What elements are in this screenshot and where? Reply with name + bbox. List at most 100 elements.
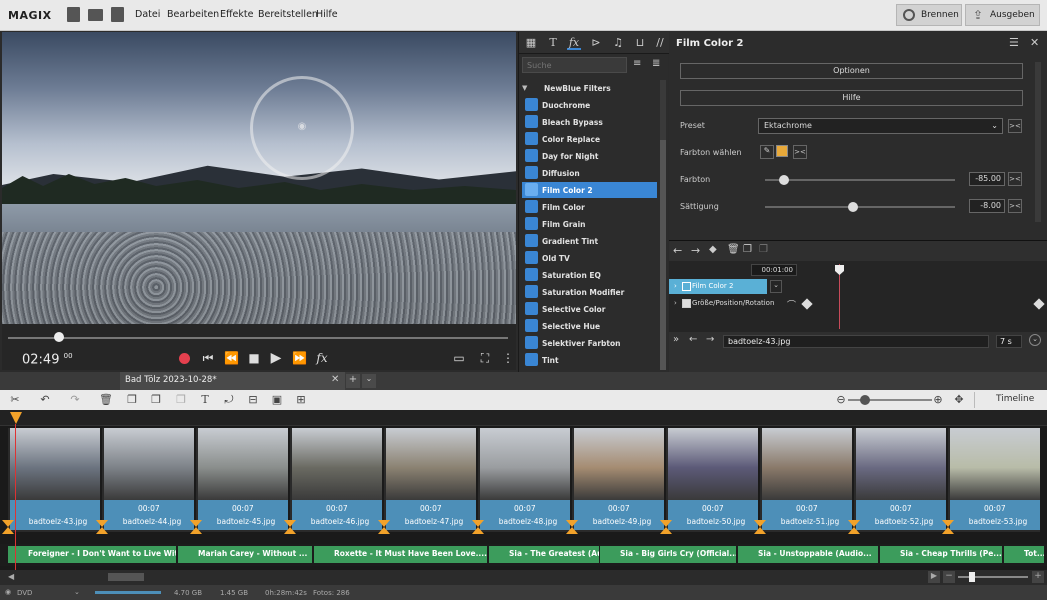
cart-icon[interactable]: ⊔ <box>633 36 647 50</box>
timeline-clip[interactable]: 00:07 badtoelz-45.jpg <box>190 428 288 534</box>
timeline-clip[interactable]: 00:07 badtoelz-53.jpg <box>942 428 1040 534</box>
keyframe-diamond-end[interactable] <box>1033 298 1045 310</box>
zoom-slider-knob[interactable] <box>860 395 870 405</box>
options-button[interactable]: Optionen <box>680 63 1023 79</box>
arrow-left-icon[interactable]: ← <box>673 244 682 257</box>
tab-list-icon[interactable]: ⌄ <box>362 374 376 388</box>
help-button[interactable]: Hilfe <box>680 90 1023 106</box>
effects-scrollbar[interactable] <box>660 80 666 370</box>
menu-effekte[interactable]: Effekte <box>220 9 253 20</box>
zoom-out-icon[interactable]: ⊖ <box>834 393 848 407</box>
timeline-clip[interactable]: 00:07 badtoelz-49.jpg <box>566 428 664 534</box>
music-icon[interactable]: ♫ <box>611 36 625 50</box>
export-button[interactable]: ⇪ Ausgeben <box>965 4 1040 26</box>
burn-button[interactable]: Brennen <box>896 4 962 26</box>
text-icon[interactable]: T <box>198 393 212 407</box>
menu-hilfe[interactable]: Hilfe <box>316 9 338 20</box>
effect-item[interactable]: Color Replace <box>522 131 657 147</box>
arrow-right-icon[interactable]: → <box>691 244 700 257</box>
add-keyframe-icon[interactable]: ◆ <box>709 244 717 255</box>
hue-pick-reset-icon[interactable]: >< <box>793 145 807 159</box>
effect-item[interactable]: Film Grain <box>522 216 657 232</box>
multicam-icon[interactable]: ⊞ <box>294 393 308 407</box>
paste-disabled-icon[interactable]: ❐ <box>174 393 188 407</box>
video-preview[interactable]: ◉ <box>2 32 516 324</box>
rotate-icon[interactable]: ⤾ <box>222 393 236 407</box>
timeline-clip[interactable]: 00:07 badtoelz-46.jpg <box>284 428 382 534</box>
timeline-scroll-thumb[interactable] <box>108 573 144 581</box>
zoom-in-icon[interactable]: ⊕ <box>931 393 945 407</box>
track-zoom-knob[interactable] <box>969 572 975 582</box>
frame-icon[interactable]: ▣ <box>270 393 284 407</box>
audio-clip[interactable]: Mariah Carey - Without ... <box>178 546 312 563</box>
hue-slider-knob[interactable] <box>779 175 790 185</box>
menu-datei[interactable]: Datei <box>135 9 160 20</box>
next-file-icon[interactable]: → <box>706 334 714 345</box>
paste-icon[interactable]: ❐ <box>149 393 163 407</box>
curve-icon[interactable]: ⌒ <box>787 298 796 311</box>
media-duration[interactable]: 7 s <box>996 335 1022 348</box>
copy-icon[interactable]: ❐ <box>125 393 139 407</box>
collapse-icon[interactable]: » <box>673 334 679 345</box>
stop-icon[interactable]: ■ <box>247 352 261 364</box>
copy-icon[interactable]: ❐ <box>743 244 752 255</box>
timeline-mode-label[interactable]: Timeline <box>996 394 1034 404</box>
hue-reset-icon[interactable]: >< <box>1008 172 1022 186</box>
audio-clip[interactable]: Sia - Unstoppable (Audio... <box>738 546 878 563</box>
keyframe-diamond-start[interactable] <box>801 298 813 310</box>
scissors-icon[interactable]: ✂ <box>8 393 22 407</box>
save-icon[interactable] <box>111 7 124 22</box>
add-tab-icon[interactable]: + <box>346 374 360 388</box>
saturation-value-field[interactable]: -8.00 <box>969 199 1005 213</box>
grid-icon[interactable]: ▦ <box>524 36 538 50</box>
effect-checkbox[interactable] <box>682 282 691 291</box>
close-tab-icon[interactable]: ✕ <box>331 374 339 385</box>
undo-icon[interactable]: ↶ <box>38 393 52 407</box>
audio-clip[interactable]: Sia - The Greatest (Au... <box>489 546 599 563</box>
timeline-clip[interactable]: 00:07 badtoelz-50.jpg <box>660 428 758 534</box>
close-icon[interactable]: ✕ <box>1030 36 1039 49</box>
effect-item[interactable]: Film Color 2 <box>522 182 657 198</box>
preset-reset-icon[interactable]: >< <box>1008 119 1022 133</box>
audio-clip[interactable]: Sia - Cheap Thrills (Pe... <box>880 546 1002 563</box>
hue-value-field[interactable]: -85.00 <box>969 172 1005 186</box>
project-tab[interactable]: Bad Tölz 2023-10-28* <box>120 372 345 390</box>
play-icon[interactable]: ▶ <box>269 351 283 365</box>
keyframe-playhead[interactable] <box>835 265 844 275</box>
preset-dropdown[interactable]: Ektachrome ⌄ <box>758 118 1003 134</box>
audio-clip[interactable]: Foreigner - I Don't Want to Live With... <box>8 546 176 563</box>
timeline-clip[interactable]: 00:07 badtoelz-44.jpg <box>96 428 194 534</box>
timeline-clip[interactable]: 00:07 badtoelz-51.jpg <box>754 428 852 534</box>
effect-item[interactable]: Duochrome <box>522 97 657 113</box>
transition-icon[interactable]: ⊳ <box>589 36 603 50</box>
tools-icon[interactable]: // <box>653 36 667 50</box>
scrubber-handle[interactable] <box>54 332 64 342</box>
media-type-dropdown-icon[interactable]: ⌄ <box>74 588 80 596</box>
color-swatch[interactable] <box>776 145 788 157</box>
eyedropper-icon[interactable]: ✎ <box>760 145 774 159</box>
zoom-minus-icon[interactable]: − <box>943 571 955 583</box>
saturation-reset-icon[interactable]: >< <box>1008 199 1022 213</box>
zoom-plus-icon[interactable]: + <box>1032 571 1044 583</box>
more-options-icon[interactable]: ⋮ <box>501 352 515 364</box>
fullscreen-icon[interactable]: ⛶ <box>478 352 492 364</box>
effects-search-input[interactable] <box>522 57 627 73</box>
hue-slider[interactable] <box>765 175 955 185</box>
audio-clip[interactable]: Sia - Big Girls Cry (Official... <box>600 546 736 563</box>
new-file-icon[interactable] <box>67 7 80 22</box>
effect-item[interactable]: Selective Hue <box>522 318 657 334</box>
skip-back-icon[interactable]: ⏮ <box>201 352 215 364</box>
collapse-arrow-icon[interactable]: ▼ <box>522 84 527 92</box>
dropdown-circle-icon[interactable]: ⌄ <box>1029 334 1041 346</box>
effect-item[interactable]: Gradient Tint <box>522 233 657 249</box>
list-view-icon[interactable]: ≡ <box>633 58 641 69</box>
paste-icon[interactable]: ❐ <box>759 244 768 255</box>
effects-scroll-thumb[interactable] <box>660 140 666 370</box>
title-icon[interactable]: T <box>546 36 560 50</box>
timeline-clip[interactable]: 00:07 badtoelz-48.jpg <box>472 428 570 534</box>
effect-item[interactable]: Selektiver Farbton <box>522 335 657 351</box>
fit-view-icon[interactable]: ✥ <box>952 393 966 407</box>
effect-item[interactable]: Film Color <box>522 199 657 215</box>
fast-forward-icon[interactable]: ⏩ <box>292 352 307 364</box>
delete-icon[interactable]: 🗑 <box>727 244 740 255</box>
